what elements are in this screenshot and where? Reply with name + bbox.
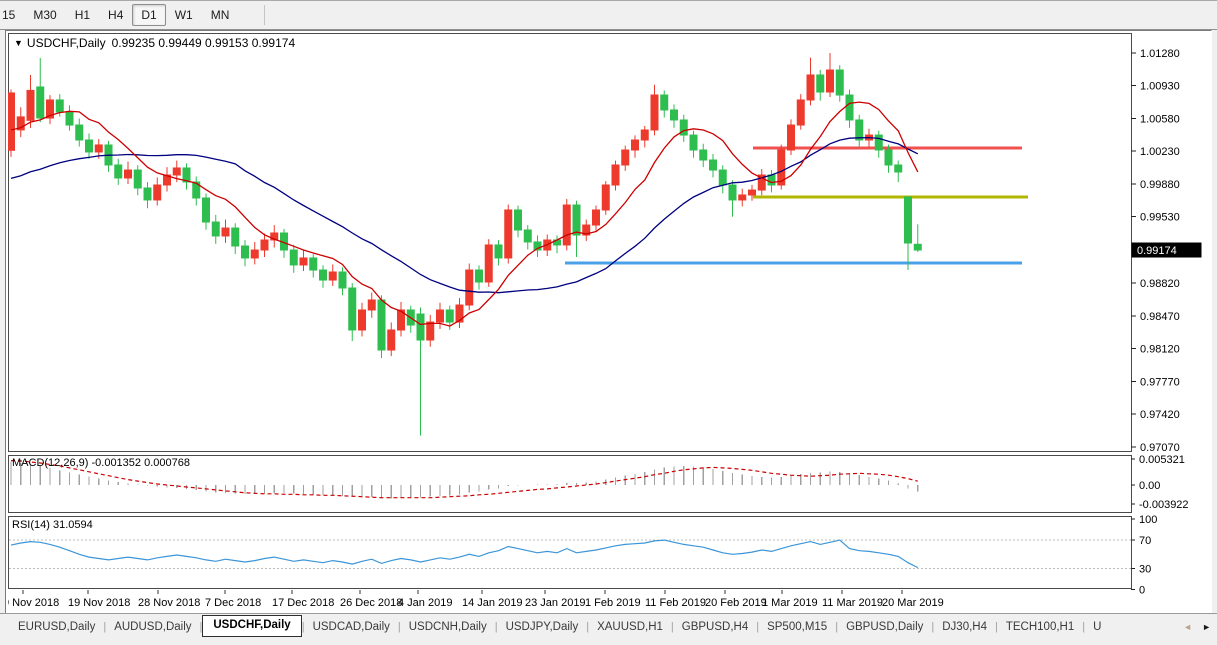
svg-text:14 Jan 2019: 14 Jan 2019 xyxy=(462,597,523,609)
svg-text:28 Nov 2018: 28 Nov 2018 xyxy=(138,597,200,609)
chart-tab-gbpusd-h4[interactable]: GBPUSD,H4 xyxy=(674,617,756,637)
symbol-tabbar: EURUSD,Daily|AUDUSD,Daily|USDCHF,Daily|U… xyxy=(0,613,1217,645)
timeframe-button-mn[interactable]: MN xyxy=(202,4,239,26)
svg-text:0.98120: 0.98120 xyxy=(1140,344,1180,356)
timeframe-button-d1[interactable]: D1 xyxy=(132,4,165,26)
svg-text:1.01280: 1.01280 xyxy=(1140,48,1180,60)
svg-text:4 Jan 2019: 4 Jan 2019 xyxy=(398,597,452,609)
macd-indicator-label: MACD(12,26,9) -0.001352 0.000768 xyxy=(12,457,190,469)
svg-text:1.00580: 1.00580 xyxy=(1140,113,1180,125)
tab-scroll-right-icon[interactable]: ► xyxy=(1202,622,1211,632)
chart-ohlc-values: 0.99235 0.99449 0.99153 0.99174 xyxy=(112,36,296,50)
svg-text:11 Feb 2019: 11 Feb 2019 xyxy=(645,597,706,609)
svg-text:1.00930: 1.00930 xyxy=(1140,81,1180,93)
rsi-indicator-label: RSI(14) 31.0594 xyxy=(12,519,93,531)
svg-text:1 Mar 2019: 1 Mar 2019 xyxy=(762,597,818,609)
svg-text:20 Mar 2019: 20 Mar 2019 xyxy=(882,597,944,609)
chart-tab-u[interactable]: U xyxy=(1085,617,1109,637)
chart-tab-tech100-h1[interactable]: TECH100,H1 xyxy=(998,617,1082,637)
timeframe-toolbar: 15M30H1H4D1W1MN xyxy=(0,0,1217,30)
svg-text:9 Nov 2018: 9 Nov 2018 xyxy=(8,597,59,609)
toolbar-separator xyxy=(264,5,265,25)
chart-tab-audusd-daily[interactable]: AUDUSD,Daily xyxy=(106,617,199,637)
chart-canvas[interactable]: 1.01280 1.00930 1.00580 1.00230 0.99880 0.995… xyxy=(8,33,1210,613)
svg-text:0.98820: 0.98820 xyxy=(1140,278,1180,290)
svg-text:11 Mar 2019: 11 Mar 2019 xyxy=(822,597,883,609)
svg-text:30: 30 xyxy=(1139,563,1151,575)
svg-text:7 Dec 2018: 7 Dec 2018 xyxy=(205,597,261,609)
chart-window: 1.01280 1.00930 1.00580 1.00230 0.99880 0.995… xyxy=(5,30,1212,615)
svg-text:70: 70 xyxy=(1139,535,1151,547)
svg-text:0.97420: 0.97420 xyxy=(1140,409,1180,421)
svg-text:0.97770: 0.97770 xyxy=(1140,376,1180,388)
chart-tab-gbpusd-daily[interactable]: GBPUSD,Daily xyxy=(838,617,931,637)
svg-text:17 Dec 2018: 17 Dec 2018 xyxy=(272,597,334,609)
timeframe-button-m30[interactable]: M30 xyxy=(24,4,65,26)
chart-tab-dj30-h4[interactable]: DJ30,H4 xyxy=(934,617,995,637)
chart-symbol-label: USDCHF,Daily xyxy=(27,36,106,50)
chart-tab-usdcad-daily[interactable]: USDCAD,Daily xyxy=(305,617,398,637)
chart-tab-sp500-m15[interactable]: SP500,M15 xyxy=(759,617,835,637)
svg-text:0.005321: 0.005321 xyxy=(1139,454,1185,466)
svg-text:0.99530: 0.99530 xyxy=(1140,212,1180,224)
plot-area: 1.01280 1.00930 1.00580 1.00230 0.99880 0.995… xyxy=(8,33,1210,613)
timeframe-button-15[interactable]: 15 xyxy=(0,4,24,26)
chart-tab-usdchf-daily[interactable]: USDCHF,Daily xyxy=(202,615,301,637)
svg-text:23 Jan 2019: 23 Jan 2019 xyxy=(525,597,586,609)
chart-title[interactable]: ▼ USDCHF,Daily 0.99235 0.99449 0.99153 0.9… xyxy=(14,36,295,50)
svg-text:1 Feb 2019: 1 Feb 2019 xyxy=(585,597,641,609)
rsi-value: 31.0594 xyxy=(53,519,93,531)
chart-tab-usdjpy-daily[interactable]: USDJPY,Daily xyxy=(498,617,587,637)
svg-text:-0.003922: -0.003922 xyxy=(1139,499,1189,511)
svg-text:19 Nov 2018: 19 Nov 2018 xyxy=(68,597,130,609)
svg-text:0.99880: 0.99880 xyxy=(1140,179,1180,191)
chart-tab-eurusd-daily[interactable]: EURUSD,Daily xyxy=(10,617,103,637)
svg-text:0.00: 0.00 xyxy=(1139,480,1160,492)
rsi-name: RSI(14) xyxy=(12,519,50,531)
timeframe-button-h1[interactable]: H1 xyxy=(66,4,99,26)
current-price-text: 0.99174 xyxy=(1137,245,1177,257)
symbol-tabs: EURUSD,Daily|AUDUSD,Daily|USDCHF,Daily|U… xyxy=(0,617,1109,637)
macd-name: MACD(12,26,9) xyxy=(12,457,88,469)
tab-scroll-arrows: ◄ ► xyxy=(1183,622,1211,632)
chevron-down-icon[interactable]: ▼ xyxy=(14,38,23,48)
timeframe-button-h4[interactable]: H4 xyxy=(99,4,132,26)
svg-text:0.97070: 0.97070 xyxy=(1140,442,1180,454)
svg-text:0.98470: 0.98470 xyxy=(1140,311,1180,323)
timeframe-button-w1[interactable]: W1 xyxy=(166,4,202,26)
svg-text:0: 0 xyxy=(1139,585,1145,597)
chart-tab-usdcnh-daily[interactable]: USDCNH,Daily xyxy=(401,617,495,637)
rsi-panel-frame xyxy=(9,517,1132,589)
chart-tab-xauusd-h1[interactable]: XAUUSD,H1 xyxy=(589,617,671,637)
tab-scroll-left-icon[interactable]: ◄ xyxy=(1183,622,1192,632)
svg-text:1.00230: 1.00230 xyxy=(1140,146,1180,158)
svg-text:100: 100 xyxy=(1139,514,1157,526)
trading-app: 15M30H1H4D1W1MN 1.012801.009301.005801.0… xyxy=(0,0,1217,645)
svg-text:20 Feb 2019: 20 Feb 2019 xyxy=(705,597,767,609)
macd-values: -0.001352 0.000768 xyxy=(91,457,189,469)
svg-text:26 Dec 2018: 26 Dec 2018 xyxy=(340,597,402,609)
